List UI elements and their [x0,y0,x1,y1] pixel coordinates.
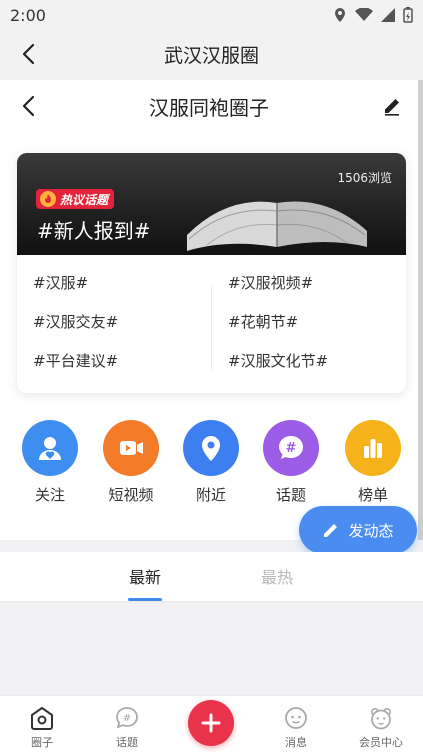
post-button-label: 发动态 [348,521,394,540]
bottom-tab-member[interactable]: 会员中心 [346,704,416,750]
topic-link[interactable]: #汉服交友# [33,311,118,333]
bottom-tab-label: 话题 [116,736,138,749]
flame-icon [40,191,56,207]
status-icons [333,7,413,23]
status-time: 2:00 [10,5,46,25]
edit-button[interactable] [380,94,404,118]
back-button[interactable] [14,40,42,68]
tab-latest[interactable]: 最新 [129,564,161,588]
battery-status-icon [403,7,413,23]
topic-views: 1506浏览 [337,171,392,185]
feed-tabs: 最新 最热 [0,552,423,602]
back-arrow-icon [22,43,35,65]
bottom-tab-circle[interactable]: 圈子 [7,704,77,750]
pencil-icon [324,524,338,537]
location-status-icon [335,8,345,22]
topic-grid: #汉服# #汉服视频# #汉服交友# #花朝节# #平台建议# #汉服文化节# [17,265,406,385]
circle-back-button[interactable] [12,90,44,122]
bottom-tab-label: 消息 [285,736,307,749]
bar-chart-icon [345,420,401,476]
wifi-status-icon [355,8,373,21]
person-heart-icon [22,420,78,476]
bottom-tab-label: 圈子 [31,736,53,749]
nav-short-video[interactable]: 短视频 [96,420,166,505]
topic-link[interactable]: #汉服文化节# [228,350,328,372]
signal-status-icon [381,8,395,22]
page-title: 武汉汉服圈 [163,44,259,67]
scrollbar[interactable] [418,80,423,540]
nav-label: 附近 [195,486,226,504]
pencil-icon [385,99,399,116]
nav-label: 短视频 [108,486,154,504]
svg-text:#: # [286,441,297,456]
featured-topic-card[interactable]: 1506浏览 热议话题 #新人报到# #汉服# #汉服视频# #汉服交友# #花… [17,153,406,393]
status-bar: 2:00 [0,0,423,30]
quick-nav: 关注 短视频 附近 # 话题 榜单 [0,420,418,510]
hot-topic-badge: 热议话题 [36,189,115,209]
nav-nearby[interactable]: 附近 [176,420,246,505]
topic-link[interactable]: #汉服# [33,272,88,294]
nav-ranking[interactable]: 榜单 [338,420,408,505]
nav-topics[interactable]: # 话题 [256,420,326,505]
plus-icon [201,713,221,733]
topic-link[interactable]: #汉服视频# [228,272,313,294]
add-post-button[interactable] [188,700,234,746]
featured-topic-title: #新人报到# [37,219,151,243]
post-dynamic-button[interactable]: 发动态 [299,506,417,554]
bottom-tab-label: 会员中心 [359,736,403,749]
topic-banner[interactable]: 1506浏览 热议话题 #新人报到# [17,153,406,255]
nav-label: 榜单 [357,486,388,504]
active-tab-indicator [128,598,162,601]
circle-header: 汉服同袍圈子 [0,84,418,128]
svg-text:#: # [123,713,131,724]
message-face-icon [282,704,310,732]
nav-label: 话题 [275,486,306,504]
back-arrow-icon [22,95,35,117]
circle-title: 汉服同袍圈子 [149,95,269,120]
member-bear-icon [367,704,395,732]
location-pin-icon [183,420,239,476]
topic-divider [211,285,212,371]
bottom-tab-messages[interactable]: 消息 [261,704,331,750]
hashtag-icon: # [263,420,319,476]
tab-hottest[interactable]: 最热 [261,564,293,588]
nav-follow[interactable]: 关注 [15,420,85,505]
bottom-tab-topics[interactable]: # 话题 [92,704,162,750]
topic-link[interactable]: #平台建议# [33,350,118,372]
video-camera-icon [103,420,159,476]
hot-topic-label: 热议话题 [60,192,109,207]
circle-home-icon [28,704,56,732]
topic-link[interactable]: #花朝节# [228,311,298,333]
app-header: 武汉汉服圈 [0,30,423,78]
nav-label: 关注 [34,486,65,504]
topic-bubble-icon: # [113,704,141,732]
